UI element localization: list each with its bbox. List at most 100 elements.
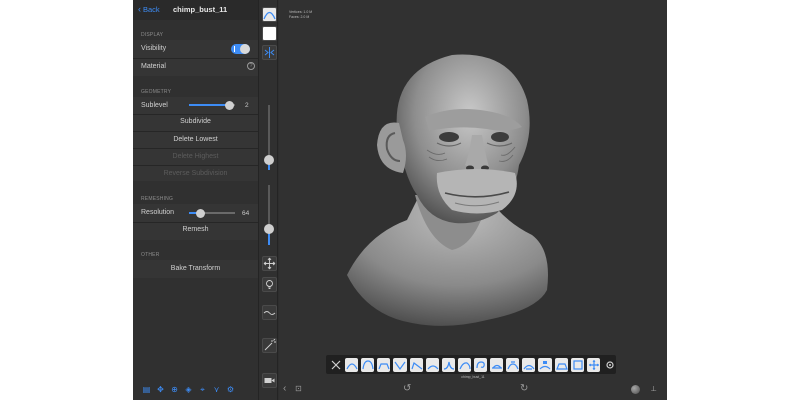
close-icon: [331, 360, 341, 369]
flatten-tool[interactable]: [409, 357, 423, 372]
brush-preview-button[interactable]: [262, 7, 277, 22]
move-arrows-icon: [263, 257, 276, 270]
material-label: Material: [141, 63, 166, 70]
sublevel-slider-knob[interactable]: [225, 101, 234, 110]
reverse-subdivision-button[interactable]: Reverse Subdivision: [133, 170, 258, 177]
twist-tool[interactable]: [473, 357, 488, 372]
topology-icon[interactable]: ◈: [183, 384, 194, 395]
bake-transform-button[interactable]: Bake Transform: [133, 265, 258, 272]
more-tools-button[interactable]: [602, 357, 616, 372]
chevron-left-icon[interactable]: ‹: [283, 383, 286, 394]
symmetry-icon[interactable]: ⊕: [169, 384, 180, 395]
close-tool-button[interactable]: [329, 357, 343, 372]
help-icon[interactable]: ?: [247, 62, 255, 70]
divider: [133, 131, 258, 132]
redo-icon[interactable]: ↻: [520, 383, 528, 394]
inflate-tool[interactable]: [361, 357, 375, 372]
display-section-header: DISPLAY: [141, 32, 164, 38]
toggle-on-mark: [234, 46, 235, 52]
drag-tool[interactable]: [457, 357, 471, 372]
local-scale-tool[interactable]: [522, 357, 536, 372]
camera-button[interactable]: [262, 373, 277, 388]
resolution-label: Resolution: [141, 209, 175, 216]
radius-slider-knob[interactable]: [264, 155, 274, 165]
remesh-button[interactable]: Remesh: [133, 226, 258, 233]
stage: ‹ Back chimp_bust_11 DISPLAY Visibility …: [0, 0, 800, 400]
move-tool-button[interactable]: [262, 256, 277, 271]
frame-view-icon[interactable]: ⊡: [295, 384, 302, 393]
mask-tool[interactable]: [490, 357, 504, 372]
paint-tool[interactable]: [538, 357, 552, 372]
intensity-slider-knob[interactable]: [264, 224, 274, 234]
other-section-header: OTHER: [141, 252, 160, 258]
smooth-icon: [427, 364, 439, 369]
sublevel-slider-fill: [189, 104, 229, 106]
file-name: chimp_bust_11: [173, 5, 228, 14]
nomad-sculpt-app: ‹ Back chimp_bust_11 DISPLAY Visibility …: [133, 0, 667, 400]
mesh-stats: Vertices: 1.0 M Faces: 2.0 M: [289, 10, 312, 20]
lightbulb-icon: [266, 280, 273, 289]
sublevel-value: 2: [245, 102, 249, 109]
divider: [133, 165, 258, 166]
paint-icon: [539, 360, 551, 369]
clay-tool[interactable]: [377, 357, 391, 372]
settings-gear-icon: [606, 360, 614, 369]
brush-toolbar: [326, 355, 616, 374]
symmetry-icon: [264, 47, 275, 58]
transform-tool[interactable]: [570, 357, 584, 372]
pinch-icon: [443, 361, 454, 370]
resolution-slider-knob[interactable]: [196, 209, 205, 218]
back-button[interactable]: ‹ Back: [138, 4, 160, 15]
resolution-value: 64: [242, 210, 250, 217]
flatten-icon: [410, 361, 422, 369]
face-count: Faces: 2.0 M: [289, 15, 310, 19]
delete-highest-button[interactable]: Delete Highest: [133, 153, 258, 160]
crease-tool[interactable]: [393, 357, 407, 372]
divider: [133, 114, 258, 115]
scene-icon[interactable]: ▤: [141, 384, 152, 395]
3d-viewport[interactable]: Vertices: 1.0 M Faces: 2.0 M chimp_bust_…: [279, 0, 667, 400]
sublevel-label: Sublevel: [141, 102, 168, 109]
trim-tool[interactable]: [554, 357, 568, 372]
gizmo-tool[interactable]: [586, 357, 600, 372]
camera-icon[interactable]: ⌖: [197, 384, 208, 395]
smooth-tool[interactable]: [425, 357, 439, 372]
move-icon[interactable]: ✥: [155, 384, 166, 395]
drag-icon: [459, 361, 471, 369]
gizmo-arrows-icon: [588, 359, 599, 370]
pinch-tool[interactable]: [441, 357, 455, 372]
delete-lowest-button[interactable]: Delete Lowest: [133, 136, 258, 143]
material-row[interactable]: Material: [133, 59, 258, 75]
light-button[interactable]: [262, 277, 277, 292]
vertical-toolbar: [258, 0, 278, 400]
mask-tools-button[interactable]: [262, 338, 277, 353]
undo-icon[interactable]: ↺: [403, 383, 411, 394]
settings-icon[interactable]: ⚙: [225, 384, 236, 395]
nodes-icon[interactable]: ⋎: [211, 384, 222, 395]
brush-falloff-icon: [263, 11, 276, 20]
transform-square-icon: [573, 359, 583, 370]
stroke-button[interactable]: [262, 305, 277, 320]
visibility-label: Visibility: [141, 45, 167, 52]
subdivide-button[interactable]: Subdivide: [133, 118, 258, 125]
inflate-icon: [362, 359, 374, 369]
move-icon: [507, 360, 519, 369]
axis-gizmo-icon[interactable]: ⟂: [651, 384, 656, 394]
symmetry-toggle-button[interactable]: [262, 45, 277, 60]
brush-icon: [346, 362, 358, 369]
bottom-toolbar: ▤ ✥ ⊕ ◈ ⌖ ⋎ ⚙: [133, 382, 258, 396]
clay-icon: [378, 362, 390, 369]
visibility-toggle[interactable]: [231, 44, 250, 54]
toggle-knob: [240, 44, 250, 54]
matcap-preview[interactable]: [631, 385, 640, 394]
brush-tool[interactable]: [345, 357, 359, 372]
remeshing-section-header: REMESHING: [141, 196, 174, 202]
chimp-bust-model[interactable]: [337, 45, 557, 335]
divider: [133, 148, 258, 149]
divider: [133, 222, 258, 223]
color-swatch-button[interactable]: [262, 26, 277, 41]
chevron-left-icon: ‹: [138, 4, 141, 14]
move-tool[interactable]: [506, 357, 520, 372]
crease-icon: [394, 361, 406, 370]
back-label: Back: [143, 5, 160, 14]
